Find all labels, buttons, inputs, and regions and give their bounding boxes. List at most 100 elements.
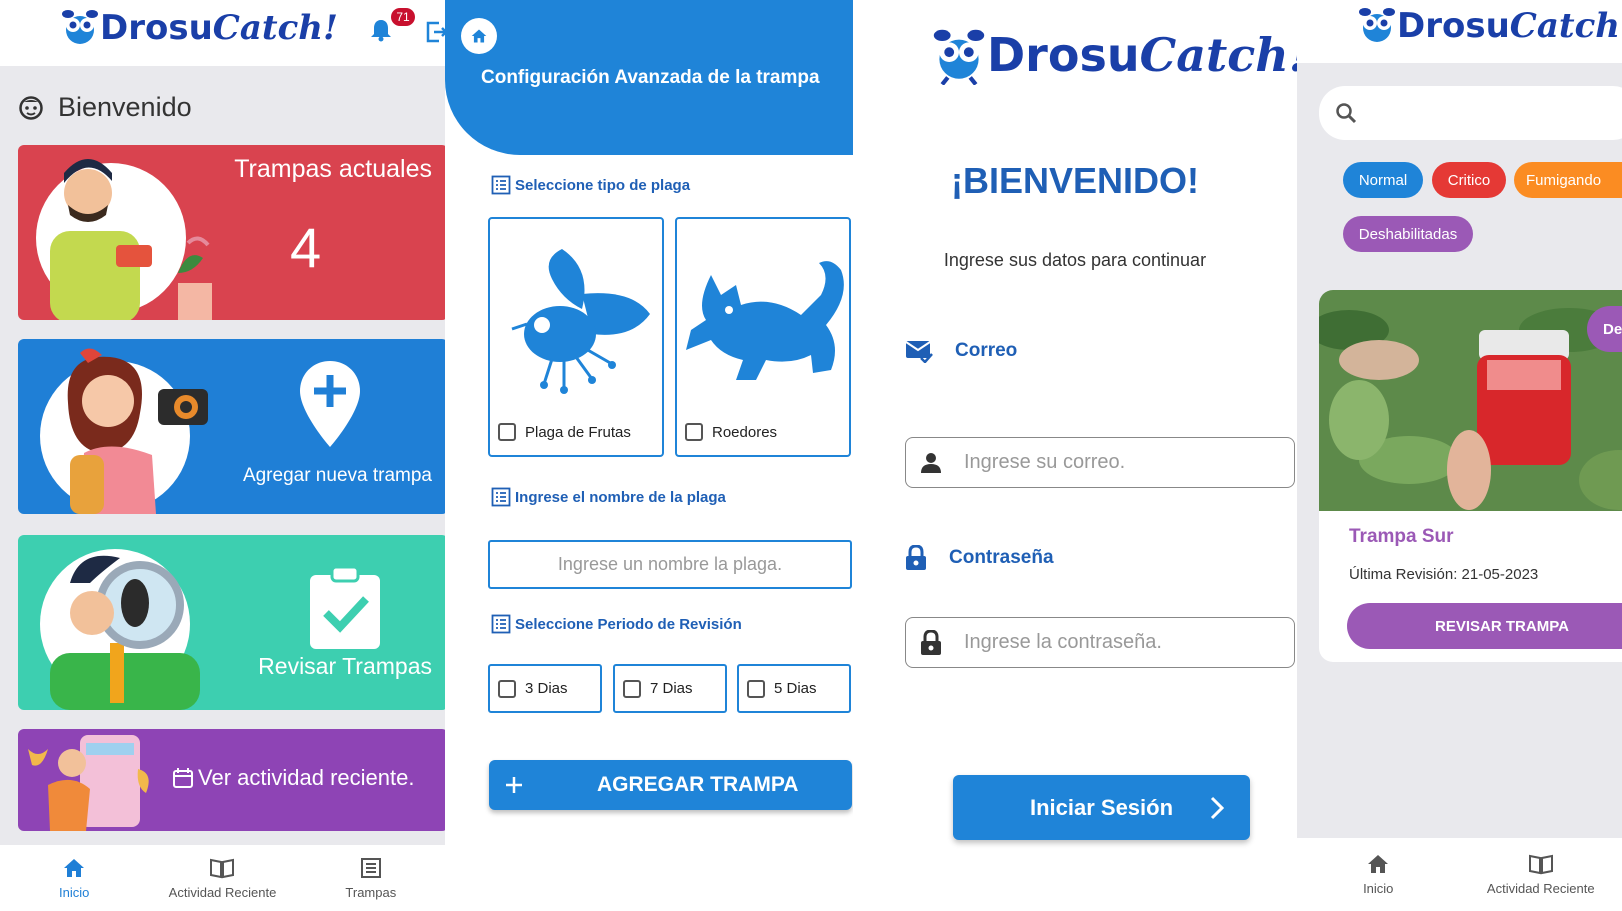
fruit-option-text: Plaga de Frutas	[525, 423, 631, 441]
period-option-7[interactable]: 7 Dias	[613, 664, 727, 713]
add-trap-button[interactable]: AGREGAR TRAMPA	[489, 760, 852, 810]
add-trap-card[interactable]: Agregar nueva trampa	[18, 339, 445, 514]
fruit-checkbox[interactable]	[498, 423, 516, 441]
review-traps-card[interactable]: Revisar Trampas	[18, 535, 445, 710]
pest-type-heading-text: Seleccione tipo de plaga	[515, 176, 691, 194]
pest-option-fruit[interactable]: Plaga de Frutas	[488, 217, 664, 457]
nav-activity-label: Actividad Reciente	[1486, 881, 1595, 896]
email-input[interactable]	[964, 451, 1294, 474]
girl-with-camera-illustration	[67, 348, 208, 514]
period-5-text: 5 Dias	[774, 680, 817, 697]
list-icon	[491, 614, 511, 634]
list-icon	[491, 487, 511, 507]
nav-home[interactable]: Inicio	[1297, 838, 1460, 911]
filter-chip-normal[interactable]: Normal	[1343, 162, 1423, 198]
nav-activity-label: Actividad Reciente	[168, 884, 277, 900]
home-icon	[1368, 855, 1389, 873]
pest-option-fruit-label: Plaga de Frutas	[498, 423, 631, 441]
fly-mascot-icon	[933, 29, 985, 85]
list-icon	[491, 175, 511, 195]
login-button[interactable]: Iniciar Sesión	[953, 775, 1250, 840]
welcome-heading: Bienvenido	[18, 92, 192, 123]
trap-photo-image	[1319, 290, 1622, 511]
bottom-navigation: Inicio Actividad Reciente	[1297, 838, 1622, 911]
book-icon	[210, 858, 235, 878]
config-header: Configuración Avanzada de la trampa	[445, 0, 853, 155]
app-logo-large: Drosu Catch!	[931, 25, 1297, 85]
password-input[interactable]	[964, 631, 1294, 654]
calendar-icon	[173, 768, 193, 788]
nav-traps[interactable]: Trampas	[297, 845, 445, 911]
home-screen: Drosu Catch! 71 Bienvenido Trampas actua…	[0, 0, 445, 911]
current-traps-title: Trampas actuales	[234, 155, 432, 183]
email-field	[905, 437, 1295, 488]
notification-badge: 71	[391, 8, 415, 26]
search-bar[interactable]	[1319, 86, 1622, 140]
logo-text-drosu: Drosu	[987, 28, 1140, 82]
password-field	[905, 617, 1295, 668]
recent-activity-label-row: Ver actividad reciente.	[172, 765, 414, 791]
recent-activity-card[interactable]: Ver actividad reciente.	[18, 729, 445, 831]
bottom-navigation: Inicio Actividad Reciente Trampas	[0, 845, 445, 911]
pest-name-section-heading: Ingrese el nombre de la plaga	[491, 487, 726, 507]
rodent-icon	[686, 261, 844, 380]
logo-text-catch: Catch!	[212, 8, 338, 48]
nav-traps-label: Trampas	[345, 884, 397, 900]
filter-chip-fumigating[interactable]: Fumigando	[1514, 162, 1622, 198]
period-3-checkbox[interactable]	[498, 679, 516, 698]
app-logo: DrosuCatch!	[60, 8, 338, 48]
woman-with-calendar-illustration	[28, 735, 149, 831]
pest-name-field	[488, 540, 852, 589]
face-icon	[19, 95, 43, 120]
logo-text-drosu: Drosu	[100, 8, 213, 48]
period-option-5[interactable]: 5 Dias	[737, 664, 851, 713]
home-icon	[64, 858, 85, 877]
review-trap-button[interactable]: REVISAR TRAMPA	[1347, 603, 1622, 649]
current-traps-count: 4	[290, 216, 322, 279]
trap-card[interactable]: De Trampa Sur Última Revisión: 21-05-202…	[1319, 290, 1622, 662]
pest-option-rodent-label: Roedores	[685, 423, 777, 441]
fly-mascot-icon	[62, 10, 98, 44]
add-trap-title: Agregar nueva trampa	[242, 465, 432, 486]
login-screen: Drosu Catch! ¡BIENVENIDO! Ingrese sus dat…	[853, 0, 1297, 911]
man-with-phone-illustration	[50, 159, 212, 320]
book-icon	[1528, 854, 1553, 875]
login-button-label: Iniciar Sesión	[1029, 794, 1174, 820]
logo-text-catch: Catch!	[1509, 6, 1622, 46]
trap-name: Trampa Sur	[1349, 526, 1454, 547]
pest-type-section-heading: Seleccione tipo de plaga	[491, 175, 690, 195]
lock-icon	[906, 545, 926, 570]
pest-option-rodent[interactable]: Roedores	[675, 217, 851, 457]
logout-icon[interactable]	[425, 20, 445, 44]
notification-bell-icon[interactable]	[370, 18, 392, 42]
map-pin-add-icon	[300, 361, 360, 447]
home-top-bar: Drosu Catch! 71	[0, 0, 445, 66]
search-icon	[1336, 103, 1357, 124]
chevron-right-icon	[1210, 796, 1224, 820]
home-button[interactable]	[461, 18, 497, 54]
trap-last-review: Última Revisión: 21-05-2023	[1349, 566, 1539, 583]
person-icon	[921, 452, 941, 473]
logo-text-drosu: Drosu	[1397, 6, 1510, 46]
pest-name-input[interactable]	[490, 542, 850, 587]
nav-home-label: Inicio	[1363, 881, 1394, 896]
period-5-checkbox[interactable]	[747, 679, 765, 698]
filter-chip-disabled[interactable]: Deshabilitadas	[1343, 216, 1473, 252]
plus-icon	[506, 777, 522, 793]
home-icon	[471, 29, 487, 43]
traps-top-bar: DrosuCatch!	[1297, 0, 1622, 63]
nav-recent-activity[interactable]: Actividad Reciente	[1460, 838, 1622, 911]
period-heading-text: Seleccione Periodo de Revisión	[515, 615, 742, 633]
filter-chip-critical[interactable]: Critico	[1432, 162, 1506, 198]
email-check-icon	[905, 341, 933, 363]
period-7-checkbox[interactable]	[623, 679, 641, 698]
recent-activity-title: Ver actividad reciente.	[198, 765, 415, 790]
current-traps-card[interactable]: Trampas actuales 4	[18, 145, 445, 320]
period-3-text: 3 Dias	[525, 680, 568, 697]
period-option-3[interactable]: 3 Dias	[488, 664, 602, 713]
nav-recent-activity[interactable]: Actividad Reciente	[148, 845, 296, 911]
nav-home-label: Inicio	[58, 884, 90, 900]
welcome-text: Bienvenido	[58, 92, 192, 122]
rodent-checkbox[interactable]	[685, 423, 703, 441]
nav-home[interactable]: Inicio	[0, 845, 148, 911]
